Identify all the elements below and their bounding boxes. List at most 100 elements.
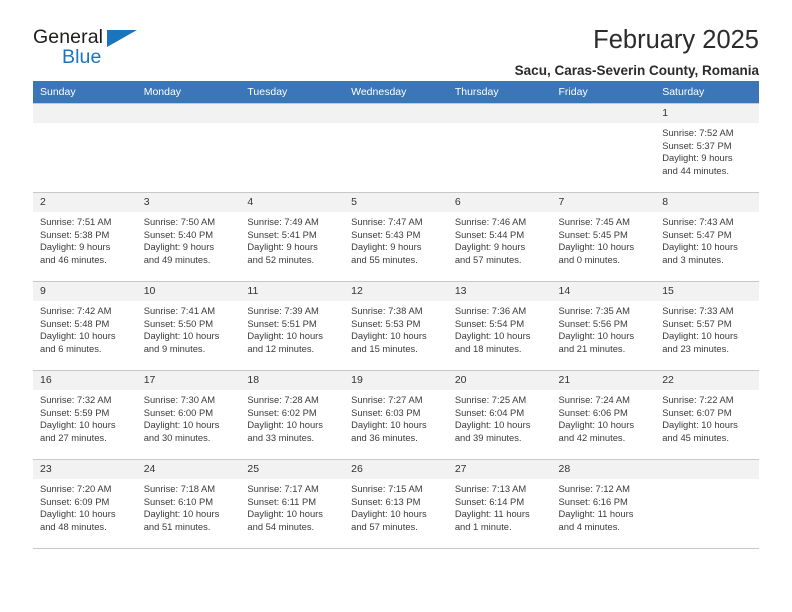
day-sun-info: Sunrise: 7:35 AM Sunset: 5:56 PM Daylight:… <box>552 301 656 355</box>
day-number <box>240 104 345 123</box>
calendar-day-cell[interactable]: 6 Sunrise: 7:46 AM Sunset: 5:44 PM Daylight… <box>447 192 552 282</box>
calendar-day-cell[interactable]: 27 Sunrise: 7:13 AM Sunset: 6:14 PM Dayligh… <box>447 459 552 549</box>
day-number: 23 <box>33 460 137 479</box>
weekday-header-thursday: Thursday <box>447 81 552 104</box>
calendar-day-cell[interactable]: 16 Sunrise: 7:32 AM Sunset: 5:59 PM Dayligh… <box>33 370 137 460</box>
day-number: 11 <box>240 282 345 301</box>
calendar-day-cell[interactable]: 8 Sunrise: 7:43 AM Sunset: 5:47 PM Daylight… <box>655 192 759 282</box>
weekday-header-sunday: Sunday <box>33 81 137 104</box>
day-sun-info: Sunrise: 7:28 AM Sunset: 6:02 PM Daylight:… <box>240 390 344 444</box>
sunrise-text: Sunrise: 7:43 AM <box>662 216 734 227</box>
sunrise-text: Sunrise: 7:49 AM <box>247 216 319 227</box>
daylight-text-line2: and 39 minutes. <box>454 431 522 443</box>
sunset-text: Sunset: 5:50 PM <box>143 317 214 329</box>
calendar-day-cell[interactable]: 12 Sunrise: 7:38 AM Sunset: 5:53 PM Dayligh… <box>344 281 448 371</box>
calendar-day-cell[interactable]: 21 Sunrise: 7:24 AM Sunset: 6:06 PM Dayligh… <box>551 370 656 460</box>
calendar-day-cell[interactable]: 4 Sunrise: 7:49 AM Sunset: 5:41 PM Daylight… <box>240 192 345 282</box>
calendar-day-cell[interactable]: 13 Sunrise: 7:36 AM Sunset: 5:54 PM Dayligh… <box>447 281 552 371</box>
day-number: 9 <box>33 282 137 301</box>
sunset-text: Sunset: 5:38 PM <box>40 228 110 240</box>
calendar-day-cell[interactable]: 7 Sunrise: 7:45 AM Sunset: 5:45 PM Daylight… <box>551 192 656 282</box>
calendar-day-cell[interactable]: 24 Sunrise: 7:18 AM Sunset: 6:10 PM Dayligh… <box>136 459 241 549</box>
daylight-text-line2: and 27 minutes. <box>40 431 107 443</box>
calendar-day-cell[interactable]: 26 Sunrise: 7:15 AM Sunset: 6:13 PM Dayligh… <box>344 459 448 549</box>
day-sun-info: Sunrise: 7:50 AM Sunset: 5:40 PM Daylight:… <box>137 212 241 266</box>
calendar-day-cell[interactable]: 15 Sunrise: 7:33 AM Sunset: 5:57 PM Dayligh… <box>655 281 759 371</box>
daylight-text-line2: and 15 minutes. <box>351 342 418 354</box>
sunrise-text: Sunrise: 7:18 AM <box>143 483 216 494</box>
page-subtitle: Sacu, Caras-Severin County, Romania <box>514 63 759 79</box>
calendar-day-cell[interactable]: 17 Sunrise: 7:30 AM Sunset: 6:00 PM Dayligh… <box>136 370 241 460</box>
calendar-day-cell[interactable]: 10 Sunrise: 7:41 AM Sunset: 5:50 PM Dayligh… <box>136 281 241 371</box>
day-sun-info: Sunrise: 7:27 AM Sunset: 6:03 PM Daylight:… <box>344 390 448 444</box>
day-number: 20 <box>447 371 552 390</box>
daylight-text-line2: and 6 minutes. <box>40 342 102 354</box>
daylight-text-line1: Daylight: 10 hours <box>558 241 635 253</box>
calendar-day-cell[interactable]: 25 Sunrise: 7:17 AM Sunset: 6:11 PM Dayligh… <box>240 459 345 549</box>
daylight-text-line1: Daylight: 9 hours <box>40 241 111 253</box>
day-number: 22 <box>655 371 759 390</box>
sunset-text: Sunset: 5:37 PM <box>662 139 732 151</box>
daylight-text-line1: Daylight: 9 hours <box>143 241 215 253</box>
sunrise-text: Sunrise: 7:35 AM <box>558 305 630 316</box>
sunset-text: Sunset: 5:54 PM <box>454 317 525 329</box>
sunrise-text: Sunrise: 7:22 AM <box>662 394 734 405</box>
day-number <box>136 104 241 123</box>
title-block: February 2025 Sacu, Caras-Severin County… <box>148 26 759 78</box>
day-number: 3 <box>136 193 241 212</box>
daylight-text-line2: and 18 minutes. <box>454 342 522 354</box>
day-number: 14 <box>551 282 656 301</box>
calendar-day-cell[interactable]: 28 Sunrise: 7:12 AM Sunset: 6:16 PM Dayligh… <box>551 459 656 549</box>
sunrise-text: Sunrise: 7:47 AM <box>351 216 423 227</box>
day-number: 7 <box>551 193 656 212</box>
daylight-text-line1: Daylight: 10 hours <box>454 419 531 431</box>
calendar-day-cell[interactable]: 23 Sunrise: 7:20 AM Sunset: 6:09 PM Dayligh… <box>33 459 137 549</box>
sunset-text: Sunset: 6:16 PM <box>558 495 628 507</box>
calendar-day-cell[interactable]: 22 Sunrise: 7:22 AM Sunset: 6:07 PM Dayligh… <box>655 370 759 460</box>
daylight-text-line2: and 55 minutes. <box>351 253 418 265</box>
daylight-text-line1: Daylight: 10 hours <box>247 330 323 342</box>
weekday-header-saturday: Saturday <box>655 81 759 104</box>
calendar-day-cell[interactable]: 9 Sunrise: 7:42 AM Sunset: 5:48 PM Daylight… <box>33 281 137 371</box>
sunset-text: Sunset: 5:59 PM <box>40 406 110 418</box>
day-sun-info: Sunrise: 7:20 AM Sunset: 6:09 PM Daylight:… <box>33 479 137 533</box>
calendar-day-cell[interactable]: 3 Sunrise: 7:50 AM Sunset: 5:40 PM Daylight… <box>136 192 241 282</box>
calendar-day-cell[interactable]: 19 Sunrise: 7:27 AM Sunset: 6:03 PM Dayligh… <box>344 370 448 460</box>
daylight-text-line1: Daylight: 10 hours <box>143 508 220 520</box>
calendar-empty-cell <box>344 103 448 193</box>
calendar-empty-cell <box>655 459 759 549</box>
sunrise-text: Sunrise: 7:13 AM <box>454 483 527 494</box>
calendar-day-cell[interactable]: 14 Sunrise: 7:35 AM Sunset: 5:56 PM Dayligh… <box>551 281 656 371</box>
calendar-day-cell[interactable]: 11 Sunrise: 7:39 AM Sunset: 5:51 PM Dayligh… <box>240 281 345 371</box>
calendar-day-cell[interactable]: 20 Sunrise: 7:25 AM Sunset: 6:04 PM Dayligh… <box>447 370 552 460</box>
daylight-text-line2: and 23 minutes. <box>662 342 729 354</box>
calendar-day-cell[interactable]: 2 Sunrise: 7:51 AM Sunset: 5:38 PM Daylight… <box>33 192 137 282</box>
calendar-day-cell[interactable]: 5 Sunrise: 7:47 AM Sunset: 5:43 PM Daylight… <box>344 192 448 282</box>
calendar-empty-cell <box>447 103 552 193</box>
daylight-text-line1: Daylight: 10 hours <box>662 241 738 253</box>
sunrise-text: Sunrise: 7:41 AM <box>143 305 216 316</box>
daylight-text-line2: and 54 minutes. <box>247 520 315 532</box>
calendar-header-row: Sunday Monday Tuesday Wednesday Thursday… <box>33 81 759 104</box>
page-header: General Blue February 2025 Sacu, Caras-S… <box>33 0 759 78</box>
calendar-day-cell[interactable]: 18 Sunrise: 7:28 AM Sunset: 6:02 PM Dayligh… <box>240 370 345 460</box>
day-number: 15 <box>655 282 759 301</box>
day-sun-info: Sunrise: 7:22 AM Sunset: 6:07 PM Daylight:… <box>655 390 759 444</box>
weekday-header-monday: Monday <box>136 81 241 104</box>
daylight-text-line1: Daylight: 10 hours <box>40 508 116 520</box>
sunset-text: Sunset: 6:00 PM <box>143 406 214 418</box>
calendar-day-cell[interactable]: 1 Sunrise: 7:52 AM Sunset: 5:37 PM Daylight… <box>655 103 759 193</box>
day-sun-info: Sunrise: 7:47 AM Sunset: 5:43 PM Daylight:… <box>344 212 448 266</box>
sunset-text: Sunset: 6:07 PM <box>662 406 732 418</box>
sunset-text: Sunset: 6:03 PM <box>351 406 421 418</box>
sunset-text: Sunset: 6:06 PM <box>558 406 628 418</box>
day-number: 13 <box>447 282 552 301</box>
daylight-text-line1: Daylight: 9 hours <box>454 241 526 253</box>
sunset-text: Sunset: 5:41 PM <box>247 228 317 240</box>
sunset-text: Sunset: 6:02 PM <box>247 406 317 418</box>
day-sun-info: Sunrise: 7:45 AM Sunset: 5:45 PM Daylight:… <box>552 212 656 266</box>
day-sun-info: Sunrise: 7:12 AM Sunset: 6:16 PM Daylight:… <box>552 479 656 533</box>
daylight-text-line1: Daylight: 10 hours <box>40 330 116 342</box>
calendar-empty-cell <box>240 103 345 193</box>
day-number: 1 <box>655 104 759 123</box>
